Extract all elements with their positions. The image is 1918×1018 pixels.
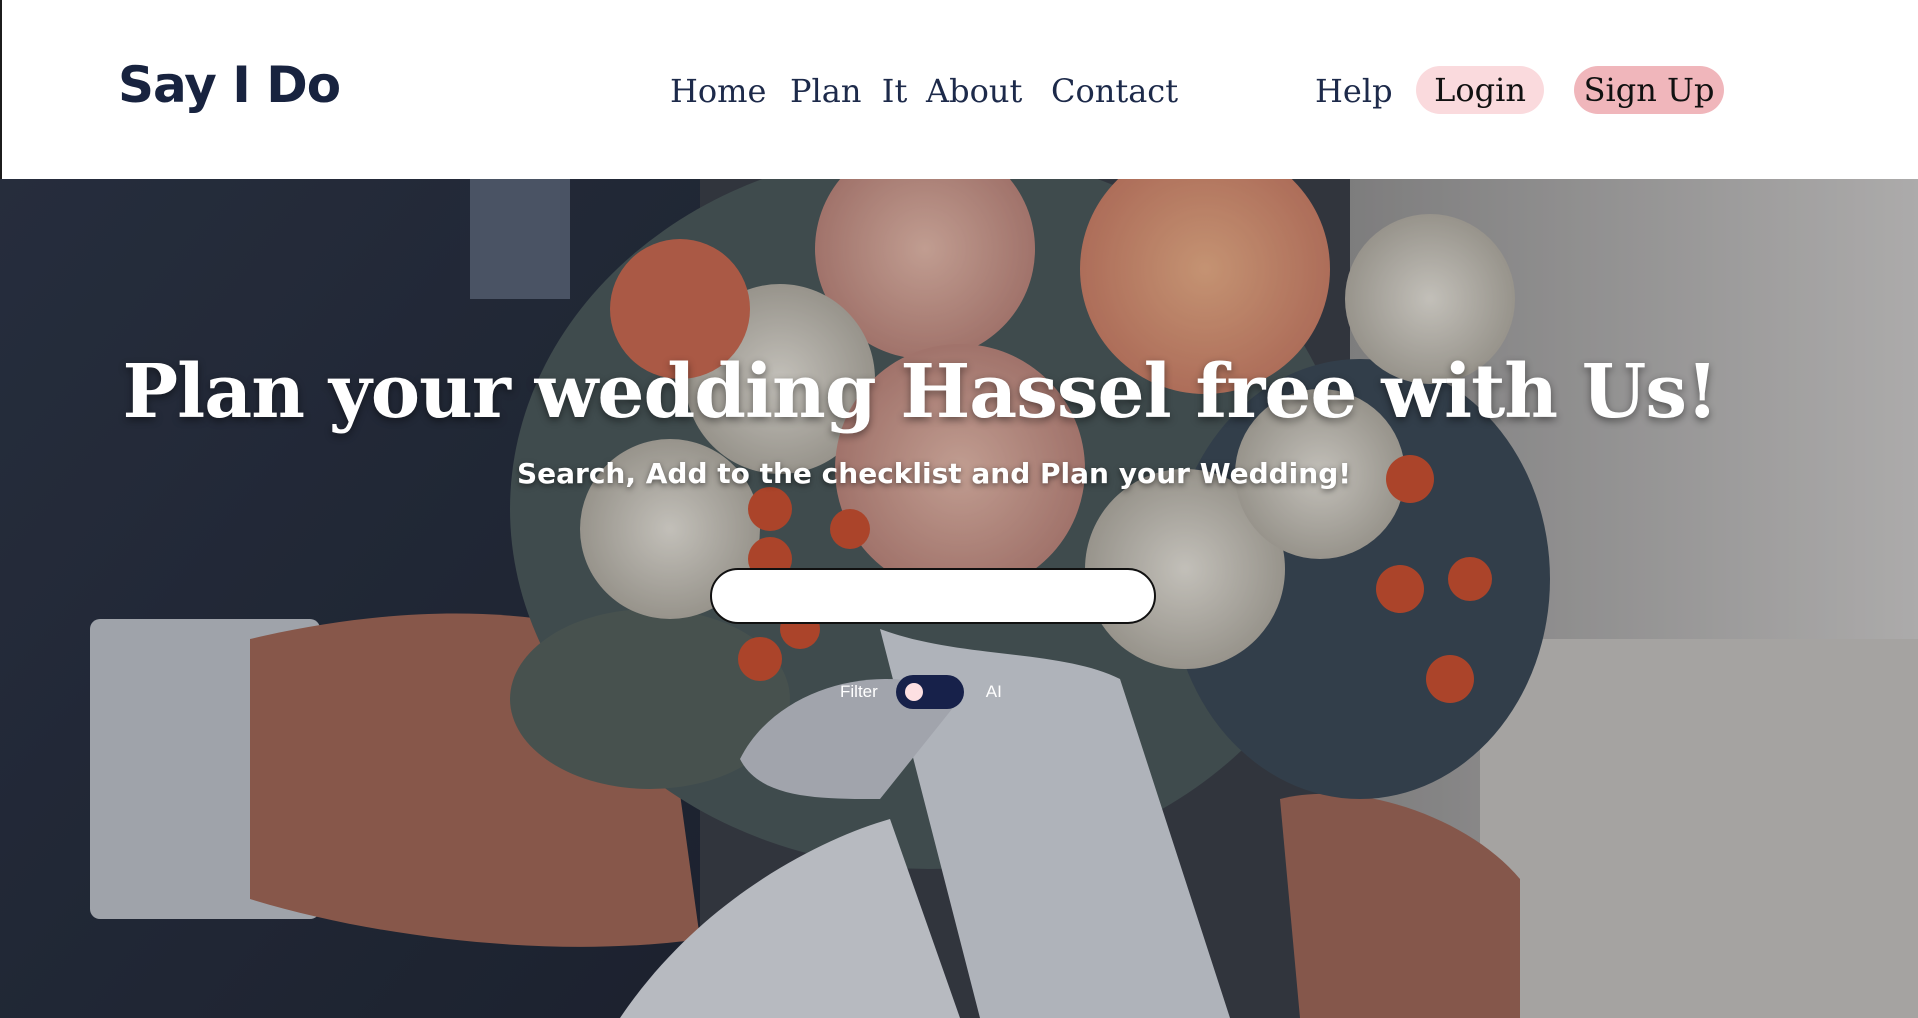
nav-about-link[interactable]: About [926,72,1022,110]
nav-home-link[interactable]: Home [670,72,766,110]
filter-ai-toggle[interactable] [895,675,964,709]
toggle-knob [904,683,923,701]
hero-title: Plan your wedding Hassel free with Us! [122,349,1719,435]
login-button[interactable]: Login [1416,66,1544,114]
hero-subtitle: Search, Add to the checklist and Plan yo… [516,457,1352,490]
brand-logo[interactable]: Say I Do [118,56,341,114]
nav-help-link[interactable]: Help [1315,72,1393,110]
nav-plan-it-link[interactable]: Plan It [790,72,907,110]
ai-label: AI [985,682,1002,701]
filter-label: Filter [840,682,878,701]
search-input[interactable] [710,568,1156,624]
site-header: Say I Do Home Plan It About Contact Help… [0,0,1918,179]
page: Say I Do Home Plan It About Contact Help… [0,0,1918,1018]
sign-up-button[interactable]: Sign Up [1574,66,1724,114]
search-mode-toggle-row: Filter AI [840,675,1002,709]
nav-contact-link[interactable]: Contact [1051,72,1178,110]
hero-section: Plan your wedding Hassel free with Us! S… [0,179,1918,1018]
